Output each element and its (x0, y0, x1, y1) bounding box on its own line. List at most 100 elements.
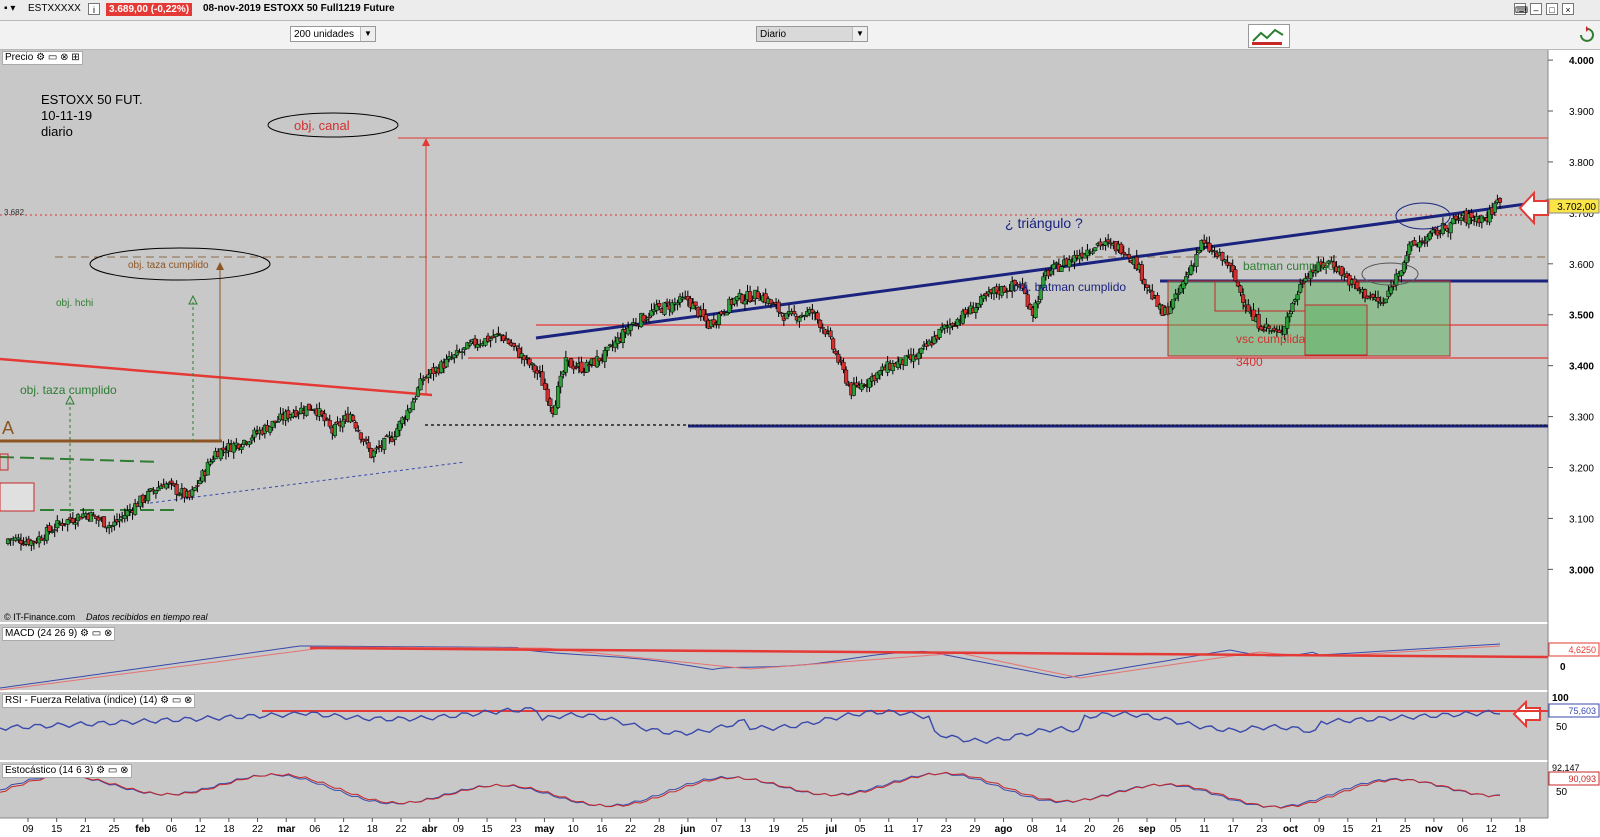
price-panel-label: Precio ⚙ ▭ ⊗ ⊞ (2, 51, 83, 65)
candle-down (818, 319, 823, 328)
candle-up (1196, 250, 1202, 254)
x-tick-label: oct (1283, 824, 1299, 835)
x-tick-label: 22 (625, 824, 637, 835)
candle-down (579, 361, 584, 373)
window-icon[interactable]: ▭ (172, 695, 181, 706)
candle-up (449, 357, 454, 360)
candle-up (1222, 259, 1228, 262)
info-icon[interactable]: i (88, 3, 100, 15)
candle-down (1233, 269, 1238, 281)
annotation-vsc-cumplida: vsc cumplida (1236, 332, 1306, 346)
period-select[interactable]: Diario ▼ (756, 26, 868, 42)
stoch-panel-title: Estocástico (14 6 3) (5, 765, 94, 776)
candle-up (1171, 299, 1176, 309)
symbol-dropdown-icon[interactable]: ▪ ▾ (4, 3, 15, 14)
candle-down (70, 518, 75, 523)
x-tick-label: 09 (22, 824, 34, 835)
macd-panel-label: MACD (24 26 9) ⚙ ▭ ⊗ (2, 627, 116, 641)
candle-down (665, 301, 670, 304)
candle-up (146, 491, 151, 502)
candle-up (16, 537, 21, 540)
maximize-icon[interactable]: □ (1546, 3, 1558, 15)
close-panel-icon[interactable]: ⊗ (104, 628, 112, 639)
x-tick-label: jun (679, 824, 695, 835)
rsi-panel-title: RSI - Fuerza Relativa (índice) (14) (5, 695, 158, 706)
candle-down (587, 364, 592, 367)
wrench-icon[interactable]: ⚙ (96, 765, 105, 776)
x-tick-label: 14 (1055, 824, 1067, 835)
units-select[interactable]: 200 unidades ▼ (290, 26, 376, 42)
window-icon[interactable]: ▭ (92, 628, 101, 639)
candle-up (1290, 303, 1295, 312)
candle-down (1212, 250, 1217, 253)
candle-up (374, 447, 379, 450)
candle-down (768, 299, 773, 304)
chevron-down-icon[interactable]: ▼ (852, 27, 867, 41)
close-panel-icon[interactable]: ⊗ (120, 765, 128, 776)
add-icon[interactable]: ⊞ (71, 52, 79, 63)
x-tick-label: 18 (1514, 824, 1526, 835)
close-panel-icon[interactable]: ⊗ (184, 695, 192, 706)
units-select-value: 200 unidades (294, 29, 355, 40)
candle-up (1287, 313, 1292, 318)
candle-up (605, 346, 610, 351)
candle-down (548, 398, 553, 407)
keyboard-icon[interactable]: ⌨ (1514, 3, 1528, 15)
candle-up (903, 355, 908, 366)
candle-down (693, 301, 698, 306)
candle-up (50, 531, 55, 533)
candle-down (1246, 304, 1251, 312)
minimize-icon[interactable]: – (1530, 3, 1542, 15)
x-tick-label: 06 (1457, 824, 1469, 835)
candle-up (1049, 270, 1054, 275)
candle-down (776, 301, 781, 313)
x-tick-label: nov (1425, 824, 1443, 835)
wrench-icon[interactable]: ⚙ (160, 695, 169, 706)
close-panel-icon[interactable]: ⊗ (60, 52, 68, 63)
close-icon[interactable]: × (1562, 3, 1574, 15)
x-tick-label: 17 (912, 824, 924, 835)
rsi-panel-bg (0, 692, 1548, 760)
rsi-y-tick-100: 100 (1552, 693, 1569, 704)
chart-title: ESTOXX 50 FUT. (41, 92, 143, 107)
x-tick-label: 11 (884, 824, 895, 835)
candle-up (190, 489, 195, 497)
candle-down (953, 325, 958, 327)
wrench-icon[interactable]: ⚙ (36, 52, 45, 63)
chart-type-icon[interactable] (1248, 24, 1290, 48)
candle-up (382, 438, 387, 450)
rsi-panel-label: RSI - Fuerza Relativa (índice) (14) ⚙ ▭ … (2, 694, 196, 708)
candle-up (1388, 286, 1394, 294)
x-tick-label: 22 (252, 824, 264, 835)
candle-up (410, 401, 415, 411)
annotation-batman-cumplido: batman cumplido (1243, 259, 1335, 273)
candle-down (1267, 325, 1272, 329)
candle-up (1459, 217, 1464, 221)
x-tick-label: 12 (1486, 824, 1498, 835)
annotation-obj-taza-brown: obj. taza cumplido (128, 260, 209, 271)
window-icon[interactable]: ▭ (108, 765, 117, 776)
window-icon[interactable]: ▭ (48, 52, 57, 63)
candle-up (716, 313, 722, 325)
x-tick-label: 09 (1314, 824, 1326, 835)
candle-up (1194, 254, 1199, 267)
x-tick-label: 22 (395, 824, 407, 835)
candle-up (675, 302, 680, 306)
candle-up (73, 522, 78, 525)
refresh-icon[interactable] (1578, 26, 1594, 44)
wrench-icon[interactable]: ⚙ (80, 628, 89, 639)
candle-up (851, 383, 856, 396)
price-y-tick-label: 3.100 (1569, 514, 1594, 525)
candle-down (1235, 281, 1240, 287)
chevron-down-icon[interactable]: ▼ (360, 27, 375, 41)
candle-up (1417, 241, 1422, 248)
candle-down (101, 516, 107, 528)
candle-down (1256, 314, 1261, 329)
candle-down (1370, 294, 1375, 298)
candle-up (153, 490, 158, 494)
candle-up (530, 362, 535, 365)
candle-up (340, 420, 345, 428)
candle-down (854, 382, 859, 386)
symbol-name[interactable]: ESTXXXXX (28, 3, 81, 14)
candle-up (916, 352, 921, 360)
